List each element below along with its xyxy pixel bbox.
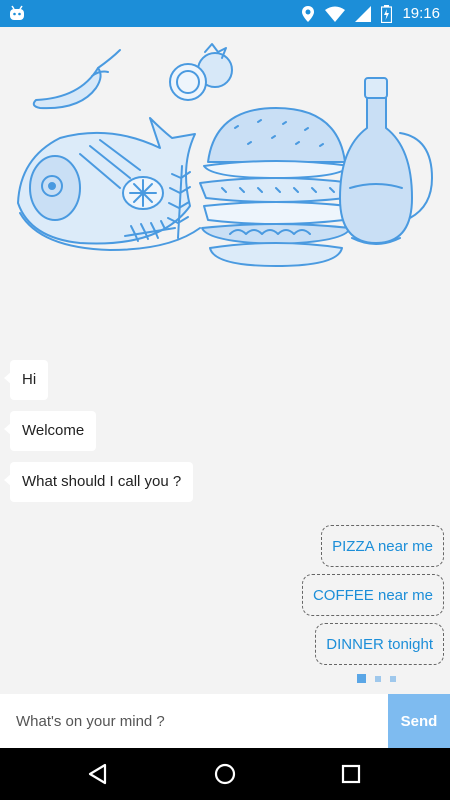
message-text: Hi [22,371,37,388]
send-button[interactable]: Send [388,694,450,748]
suggestion-label: PIZZA near me [332,538,433,555]
lemon-icon [122,176,164,210]
chili-pepper-icon [32,49,121,110]
chat-bubble-incoming: Hi [3,360,49,400]
chat-bubble-incoming: What should I call you ? [3,462,194,502]
chat-bubble-incoming: Welcome [3,411,97,451]
oil-bottle-icon [339,77,433,245]
recents-icon[interactable] [338,761,364,787]
status-time: 19:16 [402,5,440,22]
signal-icon [355,5,372,22]
send-label: Send [400,712,438,730]
tomato-icon [169,43,233,101]
pager-dot[interactable] [390,675,396,682]
wifi-icon [325,6,346,22]
burger-icon [199,107,353,267]
suggestion-chip-coffee[interactable]: COFFEE near me [301,574,444,616]
navigation-bar [0,748,450,800]
suggestion-label: COFFEE near me [312,587,433,604]
message-composer: Send [0,694,450,748]
message-text: What should I call you ? [22,473,182,490]
message-text: Welcome [22,422,85,439]
suggestion-chip-pizza[interactable]: PIZZA near me [321,525,444,567]
battery-charging-icon [381,4,393,23]
location-icon [302,5,315,22]
message-input[interactable] [0,694,388,748]
back-icon[interactable] [85,761,111,787]
status-bar: 19:16 [0,0,450,27]
pager-dot[interactable] [375,675,381,682]
food-illustration [17,43,433,267]
pager-dot-active[interactable] [357,674,366,683]
fish-icon [17,117,201,251]
home-icon[interactable] [212,761,238,787]
android-debug-icon [10,5,24,20]
suggestion-label: DINNER tonight [326,636,433,653]
pager-indicator [357,674,396,683]
suggestion-chip-dinner[interactable]: DINNER tonight [315,623,444,665]
